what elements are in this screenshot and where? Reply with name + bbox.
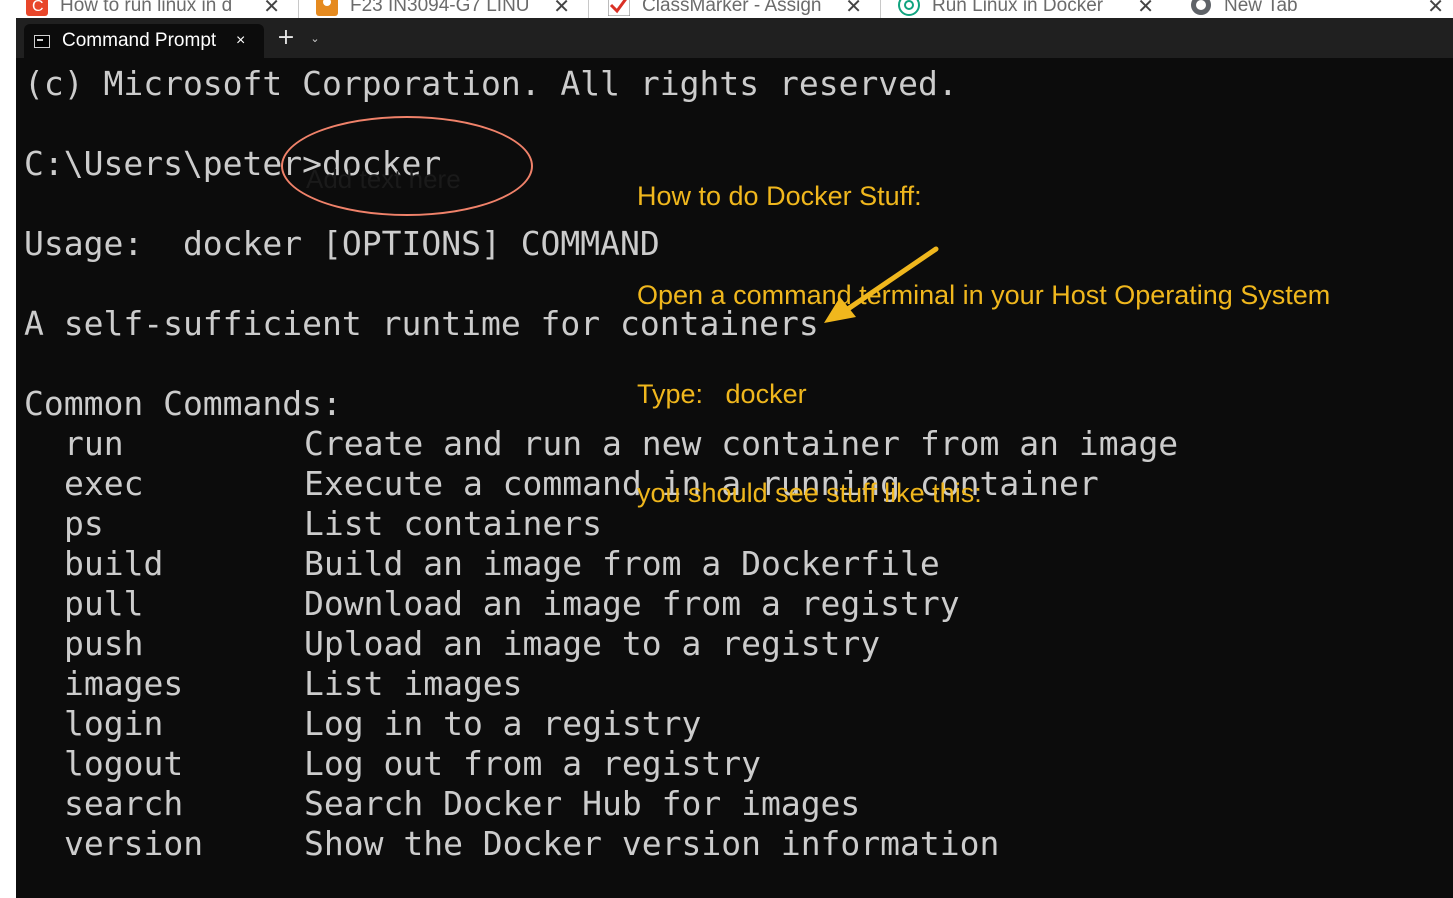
note-line: How to do Docker Stuff: <box>637 181 922 211</box>
command-name: exec <box>64 464 144 503</box>
browser-tab[interactable]: C How to run linux in d ✕ <box>26 0 280 18</box>
command-description: List images <box>304 664 523 703</box>
command-name: push <box>64 624 144 663</box>
command-description: Search Docker Hub for images <box>304 784 861 823</box>
tab-divider <box>298 0 299 18</box>
command-name: ps <box>64 504 104 543</box>
copyright-line: (c) Microsoft Corporation. All rights re… <box>24 64 958 103</box>
browser-tab[interactable]: Run Linux in Docker ✕ <box>898 0 1154 18</box>
command-description: Log in to a registry <box>304 704 702 743</box>
browser-tab-title: Run Linux in Docker <box>932 0 1104 16</box>
command-description: Show the Docker version information <box>304 824 1000 863</box>
text-box-placeholder[interactable]: Add text here <box>306 164 461 194</box>
new-tab-button[interactable]: + <box>274 24 298 52</box>
command-name: run <box>64 424 124 463</box>
command-description: Download an image from a registry <box>304 584 960 623</box>
browser-tab-title: How to run linux in d <box>60 0 233 16</box>
browser-tab[interactable]: ClassMarker - Assign ✕ <box>608 0 862 18</box>
browser-tab-title: F23 IN3094-G7 LINU <box>350 0 530 16</box>
command-description: Upload an image to a registry <box>304 624 881 663</box>
browser-tab-title: New Tab <box>1224 0 1298 16</box>
close-icon[interactable]: ✕ <box>1137 0 1154 18</box>
terminal-titlebar: Command Prompt × + ⌄ <box>16 18 1453 58</box>
chatgpt-icon <box>898 0 920 16</box>
tab-divider <box>880 0 881 18</box>
instruction-note: How to do Docker Stuff: Open a command t… <box>637 114 1330 543</box>
browser-tab-title: ClassMarker - Assign <box>642 0 822 16</box>
background-window-edge <box>0 18 16 898</box>
annotation-arrow-icon <box>824 246 939 323</box>
c-logo-icon: C <box>26 0 48 16</box>
command-description: Build an image from a Dockerfile <box>304 544 940 583</box>
close-icon[interactable]: ✕ <box>845 0 862 18</box>
command-name: logout <box>64 744 184 783</box>
browser-tab-strip: C How to run linux in d ✕ F23 IN3094-G7 … <box>0 0 1453 18</box>
command-description: List containers <box>304 504 603 543</box>
command-description: Log out from a registry <box>304 744 761 783</box>
close-icon[interactable]: ✕ <box>263 0 280 18</box>
tab-command-prompt[interactable]: Command Prompt × <box>24 24 264 58</box>
command-prompt-icon <box>34 34 50 48</box>
close-icon[interactable]: ✕ <box>553 0 570 18</box>
browser-tab[interactable]: F23 IN3094-G7 LINU ✕ <box>316 0 570 18</box>
command-name: build <box>64 544 164 583</box>
globe-icon <box>1191 0 1211 15</box>
command-name: images <box>64 664 184 703</box>
svg-text:C: C <box>32 0 44 15</box>
close-icon[interactable]: ✕ <box>1427 0 1444 18</box>
usage-line: Usage: docker [OPTIONS] COMMAND <box>24 224 660 263</box>
tab-divider <box>588 0 589 18</box>
checkmark-icon <box>608 0 630 16</box>
close-icon[interactable]: × <box>236 32 245 50</box>
course-icon <box>316 0 338 16</box>
command-name: search <box>64 784 184 823</box>
tab-title: Command Prompt <box>62 30 217 51</box>
note-line: Open a command terminal in your Host Ope… <box>637 280 1331 310</box>
chevron-down-icon[interactable]: ⌄ <box>306 28 324 50</box>
command-name: login <box>64 704 164 743</box>
command-name: pull <box>64 584 144 623</box>
browser-tab[interactable]: New Tab ✕ <box>1190 0 1444 18</box>
section-header: Common Commands: <box>24 384 342 423</box>
note-line: you should see stuff like this: <box>637 478 982 508</box>
note-line: Type: docker <box>637 379 807 409</box>
command-name: version <box>64 824 204 863</box>
